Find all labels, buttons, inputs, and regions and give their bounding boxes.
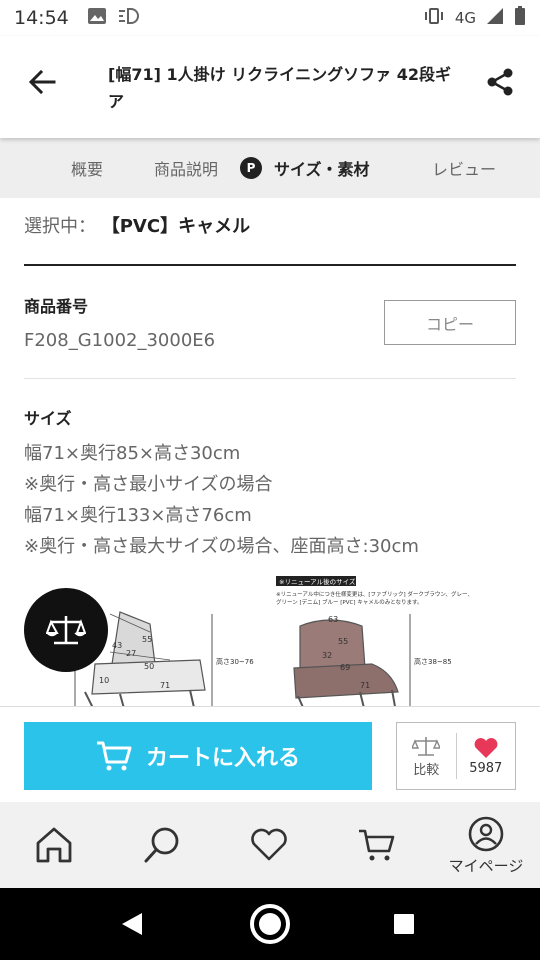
- size-line: ※奥行・高さ最小サイズの場合: [24, 474, 273, 495]
- tab-review[interactable]: レビュー: [432, 138, 496, 198]
- vibrate-icon: [423, 7, 445, 29]
- dimension-label: 55: [142, 635, 152, 644]
- compare-favorite-box: 比較 5987: [396, 722, 516, 790]
- system-home-button[interactable]: [248, 902, 292, 946]
- divider: [24, 378, 516, 379]
- status-bar: 14:54 4G: [0, 0, 540, 36]
- compare-label: 比較: [413, 762, 440, 778]
- dimension-label: 50: [144, 662, 154, 671]
- scale-icon: [412, 736, 441, 756]
- dimension-label: 27: [126, 649, 136, 658]
- dimension-label: 63: [328, 615, 338, 624]
- renewal-note: ※リニューアル中につき仕様変更は、[ファブリック] ダークブラウン、グレー、: [276, 590, 473, 598]
- favorite-count: 5987: [469, 760, 503, 776]
- search-icon: [144, 827, 179, 863]
- signal-icon: [486, 7, 504, 29]
- back-button[interactable]: [22, 62, 62, 102]
- heart-icon: [474, 737, 498, 758]
- page-title: [幅71] 1人掛け リクライニングソファ 42段ギア: [108, 65, 452, 111]
- dimension-label: 10: [99, 676, 109, 685]
- compare-float-button[interactable]: [24, 588, 108, 672]
- selected-value: 【PVC】キャメル: [101, 216, 251, 237]
- dimension-label: 69: [340, 663, 350, 672]
- favorite-button[interactable]: 5987: [456, 723, 515, 789]
- cart-icon: [359, 829, 395, 861]
- user-icon: [468, 816, 504, 851]
- bottom-nav: マイページ: [0, 802, 540, 888]
- arrow-left-icon: [28, 70, 56, 94]
- system-recents-button[interactable]: [382, 902, 426, 946]
- tab-badge: P: [240, 157, 262, 179]
- system-back-button[interactable]: [110, 902, 154, 946]
- share-button[interactable]: [480, 62, 520, 102]
- renewal-title: ※リニューアル後のサイズ: [279, 577, 356, 586]
- size-description: 幅71×奥行85×高さ30cm ※奥行・高さ最小サイズの場合 幅71×奥行133…: [24, 438, 524, 562]
- system-nav-bar: [0, 888, 540, 960]
- dimension-label: 55: [338, 637, 348, 646]
- scale-icon: [46, 616, 86, 645]
- nav-mypage[interactable]: マイページ: [446, 802, 526, 888]
- tab-overview[interactable]: 概要: [71, 138, 103, 198]
- size-heading: サイズ: [24, 409, 72, 428]
- add-to-cart-label: カートに入れる: [145, 746, 300, 771]
- selected-variant: 選択中： 【PVC】キャメル: [24, 212, 250, 238]
- data-saver-icon: [117, 7, 139, 29]
- share-icon: [487, 68, 513, 96]
- sofa-diagram-right: ※リニューアル後のサイズ ※リニューアル中につき仕様変更は、[ファブリック] ダ…: [276, 576, 473, 708]
- heart-icon: [251, 828, 287, 861]
- dimension-label: 71: [360, 681, 370, 690]
- status-time: 14:54: [14, 7, 69, 29]
- tab-description[interactable]: 商品説明: [154, 138, 218, 198]
- gallery-icon: [87, 7, 107, 29]
- nav-cart[interactable]: [337, 802, 417, 888]
- renewal-note: グリーン [デニム] ブルー [PVC] キャメルのみとなります。: [276, 598, 423, 606]
- nav-search[interactable]: [122, 802, 202, 888]
- size-line: 幅71×奥行85×高さ30cm: [24, 443, 241, 464]
- size-line: ※奥行・高さ最大サイズの場合、座面高さ:30cm: [24, 536, 419, 557]
- compare-button[interactable]: 比較: [397, 723, 456, 789]
- cart-icon: [96, 741, 132, 771]
- height-label: 高さ30~76: [216, 657, 254, 666]
- product-number-value: F208_G1002_3000E6: [24, 330, 216, 351]
- battery-icon: [514, 6, 526, 30]
- selected-label: 選択中：: [24, 216, 96, 237]
- dimension-label: 43: [112, 641, 122, 650]
- home-icon: [36, 827, 72, 863]
- height-label: 高さ38~85: [414, 657, 452, 666]
- size-line: 幅71×奥行133×高さ76cm: [24, 505, 252, 526]
- product-number-heading: 商品番号: [24, 297, 89, 316]
- nav-favorites[interactable]: [229, 802, 309, 888]
- add-to-cart-button[interactable]: カートに入れる: [24, 722, 372, 790]
- triangle-back-icon: [122, 913, 142, 935]
- dimension-label: 71: [160, 681, 170, 690]
- dimension-label: 32: [322, 651, 332, 660]
- copy-button[interactable]: コピー: [384, 300, 516, 345]
- divider: [24, 264, 516, 266]
- nav-mypage-label: マイページ: [448, 856, 524, 875]
- nav-home[interactable]: [14, 802, 94, 888]
- tab-size-material[interactable]: P サイズ・素材: [240, 138, 370, 198]
- tab-bar: 概要 商品説明 P サイズ・素材 レビュー: [0, 138, 540, 198]
- network-type: 4G: [454, 9, 476, 27]
- circle-home-icon: [250, 904, 290, 944]
- square-recents-icon: [394, 914, 414, 934]
- app-header: [幅71] 1人掛け リクライニングソファ 42段ギア: [0, 36, 540, 138]
- action-bar: カートに入れる 比較 5987: [0, 706, 540, 802]
